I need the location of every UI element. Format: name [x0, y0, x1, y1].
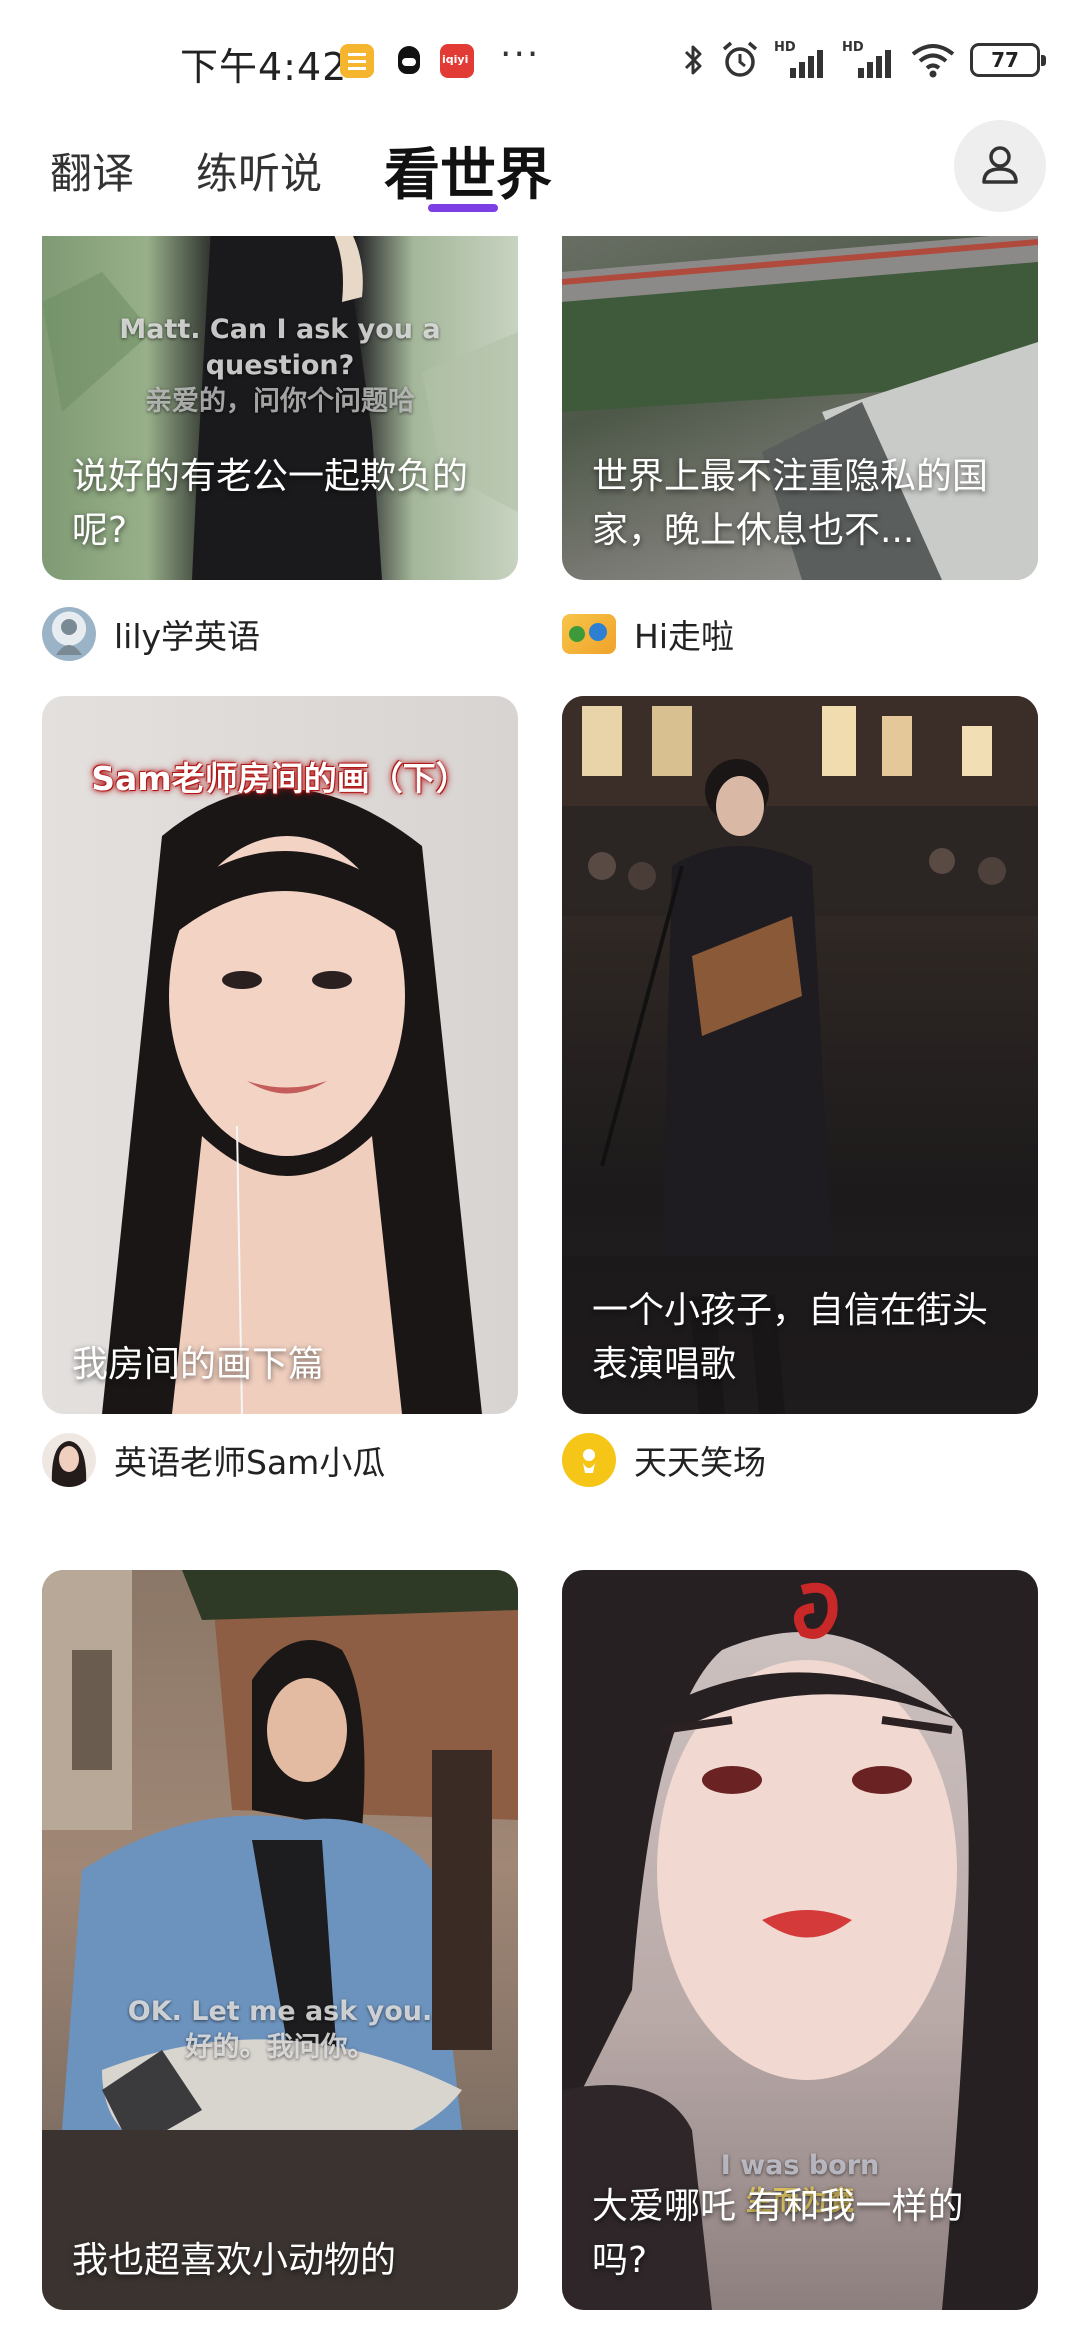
video-thumbnail[interactable]: 世界上最不注重隐私的国家，晚上休息也不...: [562, 236, 1038, 580]
thumbnail-scene: [42, 1570, 518, 2310]
battery-icon: 77: [970, 43, 1046, 77]
video-caption: 大爱哪吒 有和我一样的吗?: [592, 2186, 964, 2281]
video-card: I was born 生而为魔 大爱哪吒 有和我一样的吗?: [562, 1570, 1038, 2310]
video-feed: Matt. Can I ask you a question? 亲爱的，问你个问…: [0, 236, 1080, 2340]
system-icons: HD HD 77: [682, 38, 1046, 82]
wifi-icon: [910, 42, 956, 78]
video-app-icon: [440, 44, 474, 78]
tab-translate[interactable]: 翻译: [50, 120, 134, 220]
author-row[interactable]: Hi走啦: [562, 606, 734, 662]
tab-listen-speak[interactable]: 练听说: [196, 120, 322, 220]
video-thumbnail[interactable]: I was born 生而为魔 大爱哪吒 有和我一样的吗?: [562, 1570, 1038, 2310]
bluetooth-icon: [682, 42, 706, 78]
signal-icon-1: HD: [774, 40, 828, 78]
video-caption: 说好的有老公一起欺负的呢?: [72, 456, 469, 551]
status-bar: 下午4:42 ··· HD HD 77: [0, 0, 1080, 120]
avatar: [562, 614, 616, 654]
subtitle-text: Matt. Can I ask you a question? 亲爱的，问你个问…: [119, 314, 441, 417]
video-caption: 一个小孩子，自信在街头表演唱歌: [592, 1290, 989, 1385]
video-thumbnail[interactable]: OK. Let me ask you. 好的。我问你。 我也超喜欢小动物的: [42, 1570, 518, 2310]
alarm-icon: [720, 41, 760, 79]
video-caption: 我房间的画下篇: [72, 1344, 325, 1385]
video-thumbnail[interactable]: Sam老师房间的画（下） 我房间的画下篇: [42, 696, 518, 1414]
video-card: 世界上最不注重隐私的国家，晚上休息也不...: [562, 236, 1038, 580]
author-row[interactable]: 天天笑场: [562, 1432, 766, 1488]
person-icon: [978, 142, 1022, 190]
profile-button[interactable]: [954, 120, 1046, 212]
overlay-title: Sam老师房间的画（下）: [91, 759, 469, 798]
more-notifications-icon: ···: [500, 34, 541, 75]
author-name: Hi走啦: [634, 617, 734, 656]
video-thumbnail[interactable]: Matt. Can I ask you a question? 亲爱的，问你个问…: [42, 236, 518, 580]
video-card: Sam老师房间的画（下） 我房间的画下篇: [42, 696, 518, 1414]
video-card: 一个小孩子，自信在街头表演唱歌: [562, 696, 1038, 1414]
video-card: OK. Let me ask you. 好的。我问你。 我也超喜欢小动物的: [42, 1570, 518, 2310]
qq-app-icon: [392, 44, 426, 78]
subtitle-text: OK. Let me ask you. 好的。我问你。: [127, 1996, 433, 2063]
video-card: Matt. Can I ask you a question? 亲爱的，问你个问…: [42, 236, 518, 580]
video-thumbnail[interactable]: 一个小孩子，自信在街头表演唱歌: [562, 696, 1038, 1414]
avatar: [42, 607, 96, 661]
author-name: 天天笑场: [634, 1443, 766, 1482]
battery-level: 77: [991, 48, 1019, 72]
status-time: 下午4:42: [180, 45, 348, 89]
author-row[interactable]: 英语老师Sam小瓜: [42, 1432, 385, 1488]
author-name: 英语老师Sam小瓜: [114, 1443, 386, 1482]
author-name: lily学英语: [114, 617, 261, 656]
video-caption: 世界上最不注重隐私的国家，晚上休息也不...: [592, 456, 989, 551]
active-tab-indicator: [428, 204, 498, 212]
top-nav: 翻译 练听说 看世界: [0, 120, 1080, 236]
signal-icon-2: HD: [842, 40, 896, 78]
avatar: [42, 1433, 96, 1487]
thumbnail-scene: [102, 788, 482, 1414]
avatar: [562, 1433, 616, 1487]
video-caption: 我也超喜欢小动物的: [72, 2240, 397, 2281]
author-row[interactable]: lily学英语: [42, 606, 260, 662]
notes-app-icon: [340, 44, 374, 78]
